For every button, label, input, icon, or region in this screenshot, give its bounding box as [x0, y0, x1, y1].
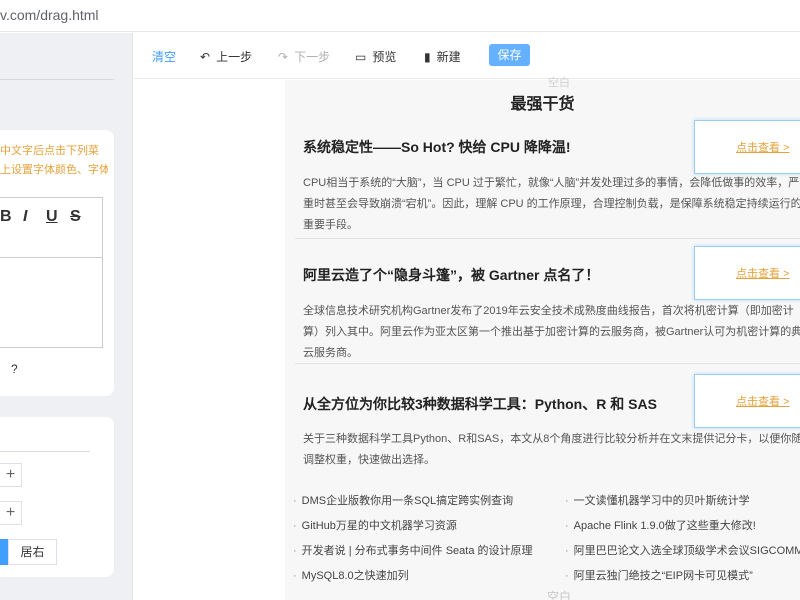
article-card[interactable]: 从全方位为你比较3种数据科学工具：Python、R 和 SAS 点击查看 > 关… — [285, 374, 800, 474]
new-label: 新建 — [436, 50, 461, 64]
panel-divider — [0, 79, 114, 80]
view-more-button[interactable]: 点击查看 > — [694, 120, 800, 174]
article-description: 关于三种数据科学工具Python、R和SAS，本文从8个角度进行比较分析并在文末… — [303, 429, 800, 471]
view-more-label: 点击查看 > — [736, 396, 790, 408]
monitor-icon: ▭ — [355, 50, 367, 64]
link-item[interactable]: 一文读懂机器学习中的贝叶斯统计学 — [565, 492, 750, 508]
article-title[interactable]: 系统稳定性——So Hot? 快给 CPU 降降温! — [303, 137, 571, 157]
tip-line-2: 上设置字体颜色、字体 — [0, 164, 108, 176]
format-toolbar: B I U S — [0, 198, 102, 258]
editor-toolbar: 清空 ↶ 上一步 ↷ 下一步 ▭ 预览 ▮ 新建 保存 — [134, 33, 800, 79]
desc-line: 云服务商。 — [303, 347, 358, 359]
save-button[interactable]: 保存 — [489, 44, 530, 66]
desc-line: 算）列入其中。阿里云作为亚太区第一个推出基于加密计算的云服务商，被Gartner… — [303, 326, 800, 338]
redo-icon: ↷ — [278, 50, 289, 64]
book-icon: ▮ — [424, 50, 431, 64]
article-card[interactable]: 系统稳定性——So Hot? 快给 CPU 降降温! 点击查看 > CPU相当于… — [285, 120, 800, 240]
tip-line-1: 中文字后点击下列菜 — [0, 145, 99, 157]
settings-divider — [0, 451, 90, 452]
article-title[interactable]: 从全方位为你比较3种数据科学工具：Python、R 和 SAS — [303, 394, 657, 414]
article-divider — [295, 238, 800, 239]
undo-button[interactable]: ↶ 上一步 — [200, 48, 252, 65]
underline-button[interactable]: U — [46, 208, 58, 226]
blank-block-bottom[interactable]: 空白 — [547, 588, 571, 600]
redo-label: 下一步 — [294, 50, 331, 64]
section-header: 最强干货 — [285, 80, 800, 120]
increase-button-2[interactable]: + — [0, 501, 22, 525]
redo-button[interactable]: ↷ 下一步 — [278, 48, 330, 65]
new-button[interactable]: ▮ 新建 — [424, 48, 461, 65]
link-item[interactable]: DMS企业版教你用一条SQL搞定跨实例查询 — [293, 492, 513, 508]
desc-line: 重时甚至会导致崩溃“宕机”。因此，理解 CPU 的工作原理，合理控制负载，是保障… — [303, 198, 800, 210]
desc-line: 重要手段。 — [303, 219, 358, 231]
editor-tip: 中文字后点击下列菜 上设置字体颜色、字体 — [0, 142, 108, 180]
view-more-button[interactable]: 点击查看 > — [694, 374, 800, 428]
url-text[interactable]: v.com/drag.html — [0, 7, 99, 23]
view-more-button[interactable]: 点击查看 > — [694, 246, 800, 300]
view-more-label: 点击查看 > — [736, 268, 790, 280]
italic-button[interactable]: I — [23, 208, 27, 226]
link-item[interactable]: 阿里巴巴论文入选全球顶级学术会议SIGCOMM — [565, 542, 800, 558]
preview-label: 预览 — [372, 50, 397, 64]
desc-line: 关于三种数据科学工具Python、R和SAS，本文从8个角度进行比较分析并在文末… — [303, 433, 800, 445]
article-title[interactable]: 阿里云造了个“隐身斗篷”，被 Gartner 点名了！ — [303, 265, 599, 285]
text-editor-card: 中文字后点击下列菜 上设置字体颜色、字体 B I U S ? — [0, 130, 114, 396]
undo-label: 上一步 — [216, 50, 253, 64]
desc-line: 全球信息技术研究机构Gartner发布了2019年云安全技术成熟度曲线报告，首次… — [303, 305, 794, 317]
bold-button[interactable]: B — [0, 208, 12, 226]
link-item[interactable]: Apache Flink 1.9.0做了这些重大修改! — [565, 517, 756, 533]
undo-icon: ↶ — [200, 50, 211, 64]
link-item[interactable]: 阿里云独门绝技之“EIP网卡可见模式” — [565, 567, 753, 583]
link-item[interactable]: 开发者说 | 分布式事务中间件 Seata 的设计原理 — [293, 542, 533, 558]
layout-settings-card: + + 居右 — [0, 417, 114, 577]
strikethrough-button[interactable]: S — [70, 208, 81, 226]
article-description: CPU相当于系统的“大脑”，当 CPU 过于繁忙，就像“人脑”并发处理过多的事情… — [303, 173, 800, 236]
rich-text-editor[interactable]: B I U S — [0, 197, 103, 348]
clear-button[interactable]: 清空 — [152, 48, 176, 65]
align-right-button[interactable]: 居右 — [8, 539, 57, 565]
preview-button[interactable]: ▭ 预览 — [355, 48, 396, 65]
article-card[interactable]: 阿里云造了个“隐身斗篷”，被 Gartner 点名了！ 点击查看 > 全球信息技… — [285, 246, 800, 366]
link-item[interactable]: MySQL8.0之快速加列 — [293, 567, 409, 583]
link-item[interactable]: GitHub万星的中文机器学习资源 — [293, 517, 457, 533]
article-description: 全球信息技术研究机构Gartner发布了2019年云安全技术成熟度曲线报告，首次… — [303, 301, 800, 364]
align-option-selected[interactable] — [0, 539, 8, 565]
browser-address-bar[interactable]: v.com/drag.html — [0, 0, 800, 32]
newsletter-content[interactable]: 空白 最强干货 系统稳定性——So Hot? 快给 CPU 降降温! 点击查看 … — [285, 77, 800, 600]
section-title: 最强干货 — [510, 96, 575, 113]
properties-panel: 中文字后点击下列菜 上设置字体颜色、字体 B I U S ? + + 居右 — [0, 33, 133, 600]
view-more-label: 点击查看 > — [736, 142, 790, 154]
help-icon[interactable]: ? — [11, 362, 18, 376]
increase-button-1[interactable]: + — [0, 463, 22, 487]
desc-line: 调整权重，快速做出选择。 — [303, 454, 435, 466]
desc-line: CPU相当于系统的“大脑”，当 CPU 过于繁忙，就像“人脑”并发处理过多的事情… — [303, 177, 800, 189]
article-divider — [295, 363, 800, 364]
